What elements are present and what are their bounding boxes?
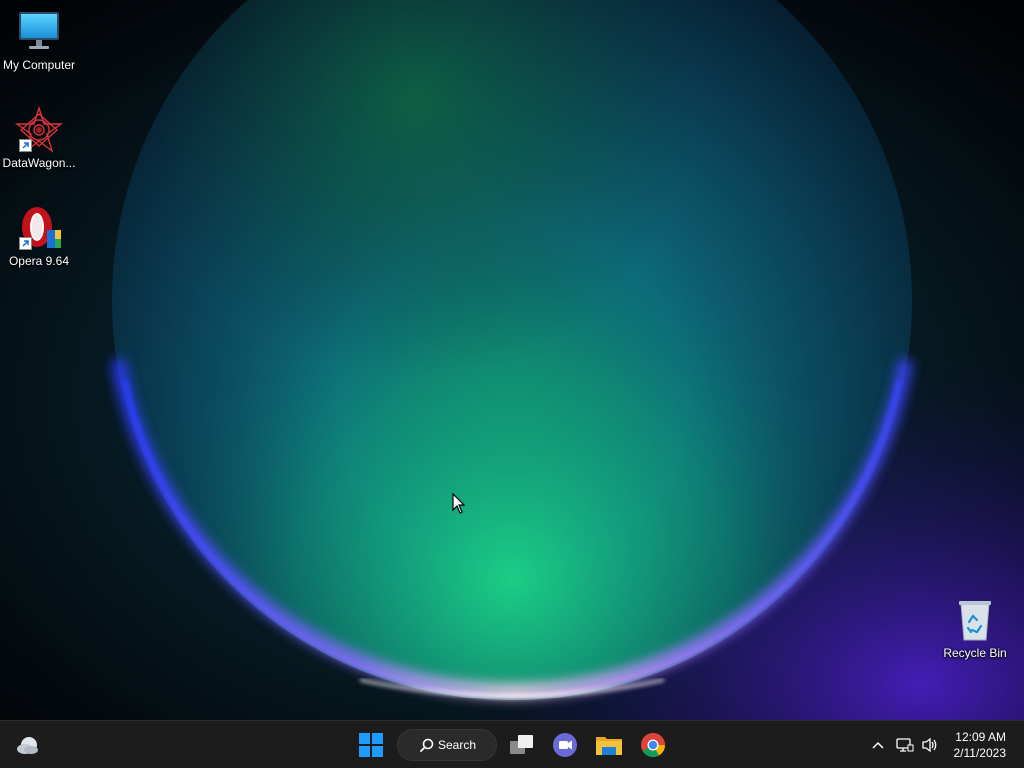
weather-widget-button[interactable] bbox=[12, 729, 44, 761]
clock-date: 2/11/2023 bbox=[953, 746, 1007, 760]
shortcut-arrow-icon bbox=[19, 237, 32, 250]
recycle-bin-icon bbox=[951, 596, 999, 644]
desktop-icon-label: DataWagon... bbox=[2, 156, 76, 170]
desktop-icon-label: Recycle Bin bbox=[943, 646, 1007, 660]
clock-time: 12:09 AM bbox=[955, 730, 1006, 744]
windows-logo-icon bbox=[359, 733, 383, 757]
chrome-icon bbox=[641, 733, 665, 758]
chrome-button[interactable] bbox=[637, 729, 669, 761]
start-button[interactable] bbox=[355, 729, 387, 761]
network-icon bbox=[896, 738, 914, 752]
desktop[interactable]: My Computer DataWagon... Opera 9.64 Recy… bbox=[0, 0, 1024, 720]
opera-icon bbox=[15, 204, 63, 252]
file-explorer-button[interactable] bbox=[593, 729, 625, 761]
network-tray-button[interactable] bbox=[895, 735, 915, 755]
desktop-icon-recycle-bin[interactable]: Recycle Bin bbox=[936, 596, 1014, 661]
shortcut-arrow-icon bbox=[19, 139, 32, 152]
monitor-icon bbox=[15, 8, 63, 56]
desktop-icon-label: My Computer bbox=[2, 58, 76, 72]
desktop-icon-label: Opera 9.64 bbox=[8, 254, 70, 268]
datawagon-star-icon bbox=[14, 105, 64, 154]
wallpaper-bloom bbox=[0, 0, 1024, 720]
folder-icon bbox=[596, 737, 622, 755]
taskbar-search-button[interactable]: Search bbox=[397, 729, 497, 761]
show-hidden-icons-button[interactable] bbox=[868, 735, 888, 755]
task-view-button[interactable] bbox=[506, 729, 538, 761]
chevron-up-icon bbox=[872, 741, 884, 749]
search-icon bbox=[420, 738, 434, 752]
task-view-icon bbox=[510, 735, 533, 754]
teams-chat-icon bbox=[553, 733, 577, 757]
cloud-icon bbox=[17, 737, 38, 754]
desktop-icon-datawagon[interactable]: DataWagon... bbox=[0, 105, 78, 171]
taskbar: Search 12:09 AM 2/11/2023 bbox=[0, 720, 1024, 768]
desktop-icon-opera[interactable]: Opera 9.64 bbox=[0, 204, 78, 269]
taskbar-clock[interactable]: 12:09 AM 2/11/2023 bbox=[936, 729, 1007, 761]
desktop-icon-my-computer[interactable]: My Computer bbox=[0, 8, 78, 73]
search-label: Search bbox=[438, 738, 477, 752]
chat-button[interactable] bbox=[549, 729, 581, 761]
mouse-cursor-icon bbox=[452, 493, 466, 514]
